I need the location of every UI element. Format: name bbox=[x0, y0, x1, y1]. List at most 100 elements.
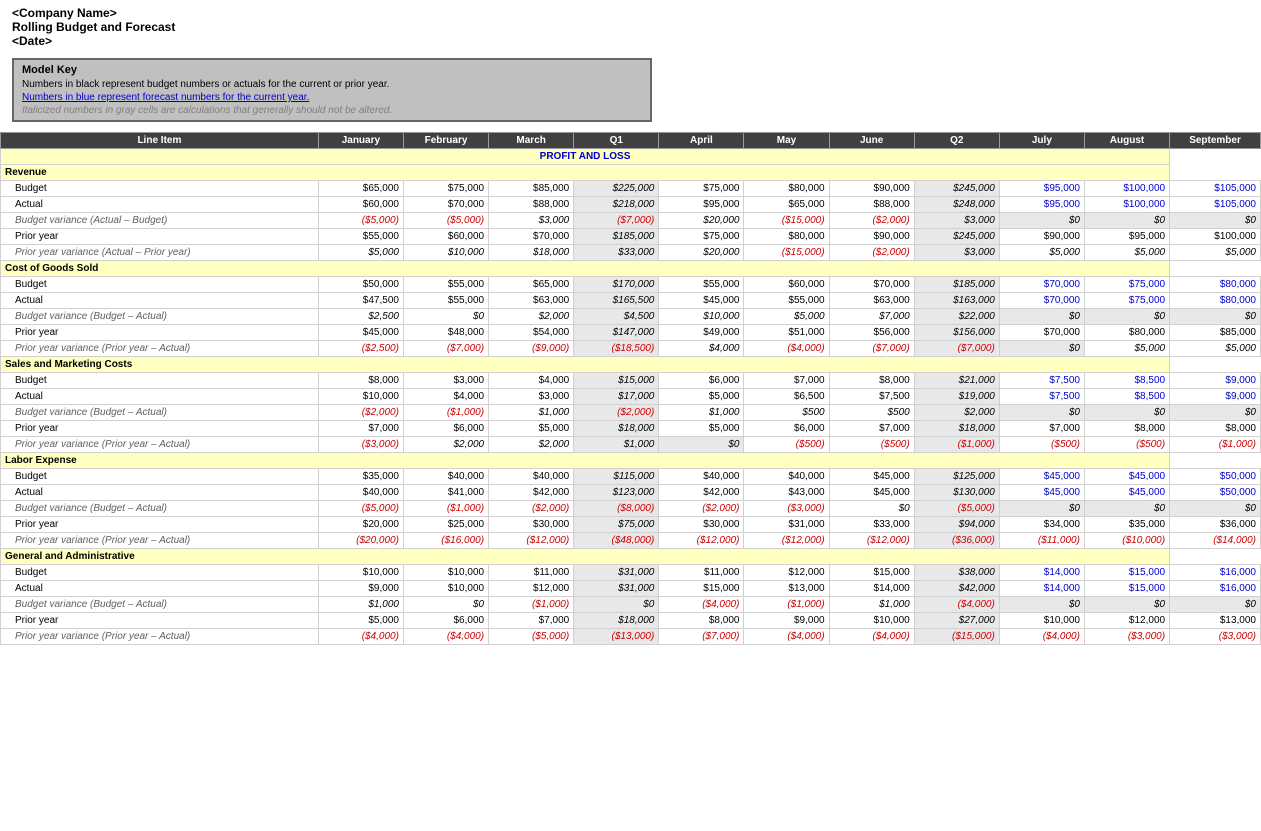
cell-value: ($3,000) bbox=[1084, 629, 1169, 645]
model-key-box: Model Key Numbers in black represent bud… bbox=[12, 58, 652, 122]
row-label: Prior year variance (Prior year – Actual… bbox=[1, 533, 319, 549]
cell-value: $7,000 bbox=[489, 613, 574, 629]
cell-value: $88,000 bbox=[829, 197, 914, 213]
cell-value: $7,500 bbox=[999, 389, 1084, 405]
cell-value: ($12,000) bbox=[744, 533, 829, 549]
cell-value: ($2,000) bbox=[489, 501, 574, 517]
cell-value: $15,000 bbox=[1084, 565, 1169, 581]
row-label: Prior year variance (Prior year – Actual… bbox=[1, 341, 319, 357]
cell-value: $85,000 bbox=[489, 181, 574, 197]
cell-value: $123,000 bbox=[574, 485, 659, 501]
table-row: Budget$10,000$10,000$11,000$31,000$11,00… bbox=[1, 565, 1261, 581]
cell-value: $70,000 bbox=[829, 277, 914, 293]
cell-value: $55,000 bbox=[744, 293, 829, 309]
col-july: July bbox=[999, 133, 1084, 149]
table-row: Budget$35,000$40,000$40,000$115,000$40,0… bbox=[1, 469, 1261, 485]
cell-value: $218,000 bbox=[574, 197, 659, 213]
row-label: Actual bbox=[1, 293, 319, 309]
cell-value: $90,000 bbox=[829, 229, 914, 245]
cell-value: $41,000 bbox=[403, 485, 488, 501]
cell-value: $60,000 bbox=[744, 277, 829, 293]
cell-value: $115,000 bbox=[574, 469, 659, 485]
cell-value: $54,000 bbox=[489, 325, 574, 341]
cell-value: ($1,000) bbox=[489, 597, 574, 613]
company-name: <Company Name> bbox=[0, 0, 1261, 20]
cell-value: $0 bbox=[574, 597, 659, 613]
row-label: Prior year bbox=[1, 421, 319, 437]
cell-value: ($2,000) bbox=[574, 405, 659, 421]
table-row: Budget$65,000$75,000$85,000$225,000$75,0… bbox=[1, 181, 1261, 197]
cell-value: $0 bbox=[999, 405, 1084, 421]
cell-value: $5,000 bbox=[1170, 341, 1261, 357]
cell-value: ($48,000) bbox=[574, 533, 659, 549]
cell-value: ($7,000) bbox=[659, 629, 744, 645]
cell-value: ($7,000) bbox=[914, 341, 999, 357]
table-row: Actual$9,000$10,000$12,000$31,000$15,000… bbox=[1, 581, 1261, 597]
cell-value: $7,000 bbox=[744, 373, 829, 389]
cell-value: $3,000 bbox=[914, 213, 999, 229]
cell-value: ($5,000) bbox=[318, 501, 403, 517]
cell-value: $80,000 bbox=[744, 181, 829, 197]
cell-value: $147,000 bbox=[574, 325, 659, 341]
cell-value: $0 bbox=[1170, 597, 1261, 613]
cell-value: ($18,500) bbox=[574, 341, 659, 357]
cell-value: $1,000 bbox=[489, 405, 574, 421]
table-row: Prior year variance (Prior year – Actual… bbox=[1, 533, 1261, 549]
cell-value: $18,000 bbox=[914, 421, 999, 437]
cell-value: $51,000 bbox=[744, 325, 829, 341]
cell-value: $45,000 bbox=[1084, 469, 1169, 485]
cell-value: $12,000 bbox=[489, 581, 574, 597]
cell-value: $2,000 bbox=[403, 437, 488, 453]
table-row: Budget$8,000$3,000$4,000$15,000$6,000$7,… bbox=[1, 373, 1261, 389]
table-row: Budget variance (Budget – Actual)$2,500$… bbox=[1, 309, 1261, 325]
cell-value: ($12,000) bbox=[489, 533, 574, 549]
cell-value: $0 bbox=[1170, 501, 1261, 517]
cell-value: $6,000 bbox=[744, 421, 829, 437]
cell-value: $90,000 bbox=[999, 229, 1084, 245]
cell-value: ($500) bbox=[829, 437, 914, 453]
cell-value: ($3,000) bbox=[318, 437, 403, 453]
cell-value: $0 bbox=[1084, 597, 1169, 613]
col-march: March bbox=[489, 133, 574, 149]
cell-value: $70,000 bbox=[403, 197, 488, 213]
cell-value: ($36,000) bbox=[914, 533, 999, 549]
report-title: Rolling Budget and Forecast bbox=[0, 20, 1261, 34]
cell-value: $170,000 bbox=[574, 277, 659, 293]
cell-value: $6,000 bbox=[403, 421, 488, 437]
table-row: Prior year$5,000$6,000$7,000$18,000$8,00… bbox=[1, 613, 1261, 629]
cell-value: $9,000 bbox=[318, 581, 403, 597]
row-label: Budget variance (Actual – Budget) bbox=[1, 213, 319, 229]
cell-value: $55,000 bbox=[318, 229, 403, 245]
cell-value: ($4,000) bbox=[403, 629, 488, 645]
cell-value: $55,000 bbox=[403, 277, 488, 293]
cell-value: ($9,000) bbox=[489, 341, 574, 357]
cell-value: $0 bbox=[1084, 405, 1169, 421]
cell-value: $125,000 bbox=[914, 469, 999, 485]
row-label: Budget bbox=[1, 277, 319, 293]
cell-value: $156,000 bbox=[914, 325, 999, 341]
cell-value: ($500) bbox=[744, 437, 829, 453]
cell-value: $9,000 bbox=[1170, 373, 1261, 389]
table-wrap: Line Item January February March Q1 Apri… bbox=[0, 132, 1261, 645]
cell-value: $85,000 bbox=[1170, 325, 1261, 341]
cell-value: $16,000 bbox=[1170, 565, 1261, 581]
table-row: Prior year$55,000$60,000$70,000$185,000$… bbox=[1, 229, 1261, 245]
cell-value: $12,000 bbox=[744, 565, 829, 581]
cell-value: ($3,000) bbox=[1170, 629, 1261, 645]
cell-value: $1,000 bbox=[318, 597, 403, 613]
row-label: Prior year variance (Prior year – Actual… bbox=[1, 437, 319, 453]
cell-value: $90,000 bbox=[829, 181, 914, 197]
cell-value: $105,000 bbox=[1170, 197, 1261, 213]
cell-value: $63,000 bbox=[829, 293, 914, 309]
cell-value: $0 bbox=[829, 501, 914, 517]
cell-value: ($2,000) bbox=[829, 245, 914, 261]
row-label: Budget bbox=[1, 181, 319, 197]
cell-value: $48,000 bbox=[403, 325, 488, 341]
cell-value: $15,000 bbox=[1084, 581, 1169, 597]
cell-value: $0 bbox=[1170, 213, 1261, 229]
cell-value: $21,000 bbox=[914, 373, 999, 389]
cell-value: $18,000 bbox=[574, 613, 659, 629]
cell-value: ($4,000) bbox=[744, 341, 829, 357]
cell-value: $75,000 bbox=[659, 229, 744, 245]
cell-value: $10,000 bbox=[318, 565, 403, 581]
